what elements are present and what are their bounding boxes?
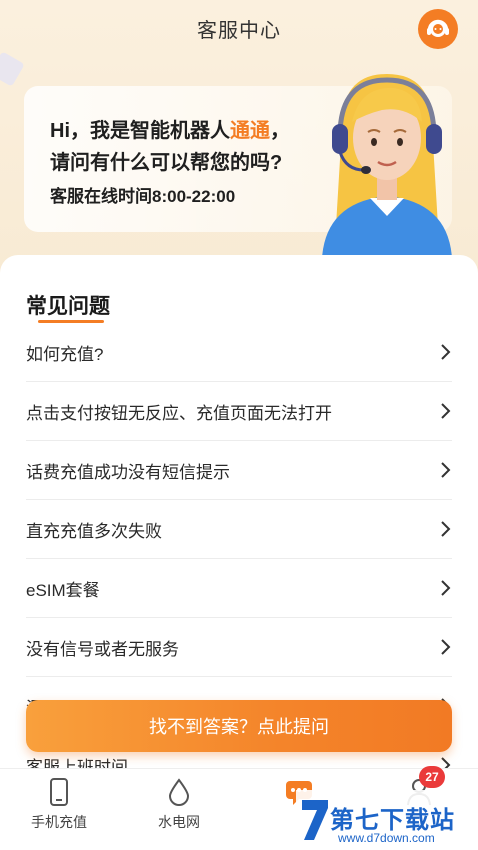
faq-item[interactable]: 直充充值多次失败 bbox=[26, 500, 452, 559]
faq-item[interactable]: eSIM套餐 bbox=[26, 559, 452, 618]
chevron-right-icon bbox=[441, 639, 451, 655]
greeting-line-1: Hi，我是智能机器人通通， bbox=[50, 114, 290, 143]
header: 客服中心 bbox=[0, 0, 478, 56]
chevron-right-icon bbox=[441, 344, 451, 360]
watermark-title: 第七下载站 bbox=[330, 807, 455, 834]
faq-item-label: 没有信号或者无服务 bbox=[26, 639, 179, 659]
notification-badge: 27 bbox=[419, 766, 445, 788]
page-title: 客服中心 bbox=[197, 19, 281, 42]
customer-service-button[interactable] bbox=[418, 9, 458, 49]
water-drop-icon bbox=[168, 778, 190, 806]
phone-icon bbox=[50, 778, 68, 806]
tab-phone-recharge[interactable]: 手机充值 bbox=[14, 776, 104, 836]
faq-item[interactable]: 如何充值? bbox=[26, 323, 452, 382]
faq-item[interactable]: 话费充值成功没有短信提示 bbox=[26, 441, 452, 500]
tab-label: 手机充值 bbox=[31, 814, 87, 830]
chevron-right-icon bbox=[441, 462, 451, 478]
faq-item-label: eSIM套餐 bbox=[26, 580, 100, 600]
greeting-line-2: 请问有什么可以帮您的吗? bbox=[50, 152, 283, 174]
watermark-logo-icon bbox=[302, 800, 328, 840]
faq-item-label: 如何充值? bbox=[26, 344, 104, 364]
service-hours: 客服在线时间8:00-22:00 bbox=[50, 187, 236, 206]
headset-icon bbox=[427, 19, 449, 37]
robot-name: 通通 bbox=[230, 120, 270, 142]
tab-label: 水电网 bbox=[158, 814, 200, 830]
faq-item[interactable]: 点击支付按钮无反应、充值页面无法打开 bbox=[26, 382, 452, 441]
tab-utilities[interactable]: 水电网 bbox=[134, 776, 224, 836]
watermark-url: www.d7down.com bbox=[338, 831, 435, 845]
chevron-right-icon bbox=[441, 580, 451, 596]
chevron-right-icon bbox=[441, 521, 451, 537]
greeting-suffix: ， bbox=[270, 120, 290, 142]
chevron-right-icon bbox=[441, 403, 451, 419]
faq-title: 常见问题 bbox=[26, 295, 110, 318]
faq-item-label: 点击支付按钮无反应、充值页面无法打开 bbox=[26, 403, 332, 423]
faq-item[interactable]: 没有信号或者无服务 bbox=[26, 618, 452, 677]
greeting-prefix: Hi，我是智能机器人 bbox=[50, 120, 230, 142]
faq-item-label: 话费充值成功没有短信提示 bbox=[26, 462, 230, 482]
robot-avatar-illustration bbox=[322, 74, 452, 258]
faq-item-label: 直充充值多次失败 bbox=[26, 521, 162, 541]
ask-question-button[interactable]: 找不到答案？点此提问 bbox=[26, 700, 452, 752]
